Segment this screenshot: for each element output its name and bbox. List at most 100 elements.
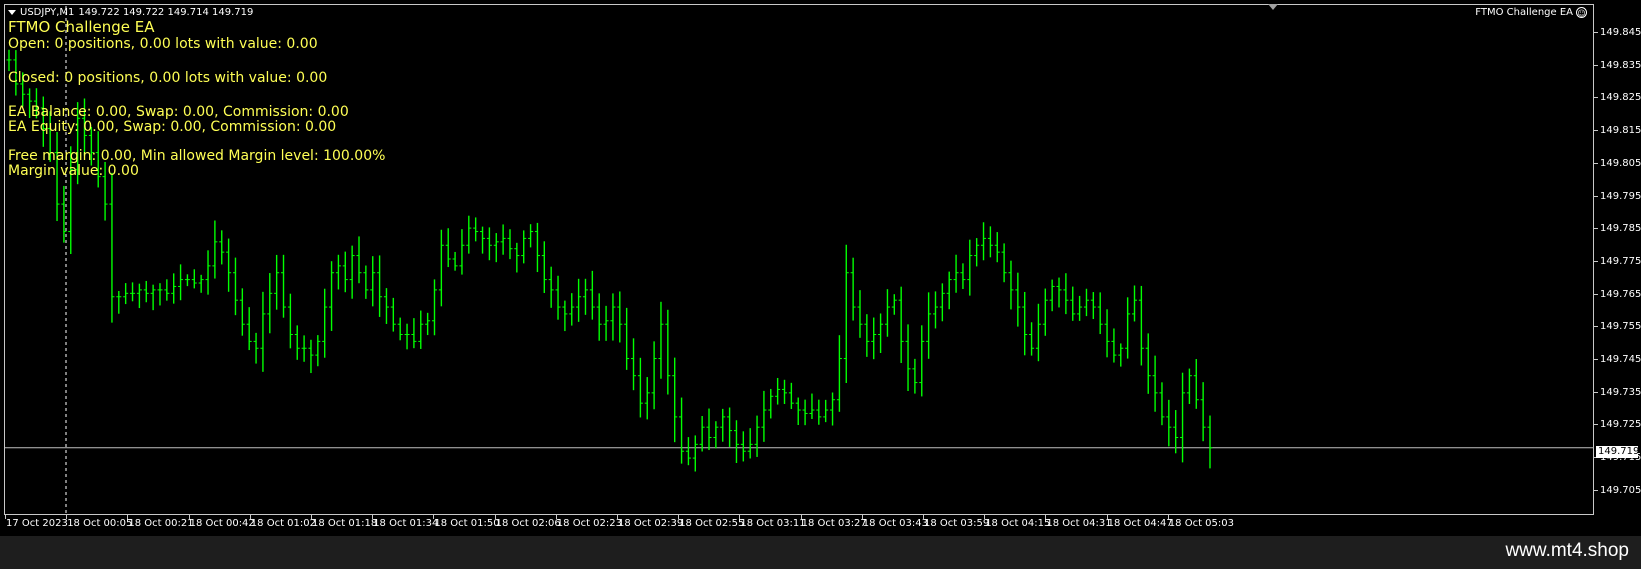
price-bar <box>294 325 300 360</box>
price-bar <box>219 230 225 265</box>
price-bar <box>939 283 945 322</box>
time-axis[interactable]: 17 Oct 2023 18 Oct 00:05 18 Oct 00:21 18 Oc… <box>4 515 1594 533</box>
price-bar <box>171 273 177 304</box>
price-bar <box>541 241 547 294</box>
price-label: 149.815 <box>1600 125 1641 137</box>
price-bar <box>747 428 753 459</box>
price-tick <box>1594 195 1598 197</box>
price-bar <box>864 314 870 357</box>
price-bar <box>891 294 897 315</box>
chart-shift-marker[interactable] <box>1268 4 1278 10</box>
price-bar <box>761 390 767 442</box>
price-label: 149.755 <box>1600 321 1641 333</box>
price-bar <box>411 318 417 349</box>
price-bar <box>699 416 705 452</box>
price-bar <box>143 280 149 303</box>
price-bar <box>1097 292 1103 335</box>
time-label: 18 Oct 01:50 <box>434 518 500 529</box>
price-label: 149.745 <box>1600 354 1641 365</box>
time-label: 18 Oct 03:27 <box>801 518 867 529</box>
price-bar <box>1090 292 1096 320</box>
price-bar <box>836 335 842 412</box>
price-bar <box>246 307 252 351</box>
mt4-window: USDJPY,M1 149.722 149.722 149.714 149.71… <box>0 0 1641 569</box>
expert-advisor-badge[interactable]: FTMO Challenge EA ☺ <box>1475 7 1587 18</box>
price-bar <box>322 288 328 358</box>
price-bar <box>576 278 582 322</box>
price-bar <box>239 288 245 336</box>
price-label: 149.835 <box>1600 59 1641 71</box>
smiley-icon[interactable]: ☺ <box>1576 7 1587 18</box>
price-bar <box>953 254 959 293</box>
price-bar <box>466 215 472 254</box>
price-bar <box>1125 297 1131 359</box>
price-bar <box>1063 273 1069 315</box>
price-bar <box>1152 355 1158 412</box>
price-label: 149.775 <box>1600 255 1641 267</box>
price-label: 149.705 <box>1600 484 1641 496</box>
price-bar <box>782 379 788 404</box>
price-axis[interactable]: 149.845 149.835 149.825 149.815 149.805 149.7… <box>1594 4 1641 515</box>
price-bar <box>198 274 204 293</box>
price-bar <box>130 282 136 302</box>
price-bar <box>1022 291 1028 356</box>
price-tick <box>1594 130 1598 132</box>
time-label: 18 Oct 02:55 <box>679 518 745 529</box>
price-bar <box>692 435 698 472</box>
price-bar <box>617 291 623 343</box>
price-bar <box>493 233 499 263</box>
price-bar <box>281 254 287 318</box>
price-bar <box>500 224 506 255</box>
price-bar <box>974 238 980 267</box>
price-bar <box>1118 343 1124 367</box>
price-bar <box>919 325 925 397</box>
price-bar <box>109 172 115 323</box>
price-bar <box>178 264 184 301</box>
price-bar <box>452 251 458 271</box>
price-bar <box>534 222 540 273</box>
price-bar <box>253 332 259 364</box>
price-bar <box>507 229 513 260</box>
price-bar <box>329 261 335 331</box>
price-bar <box>267 273 273 334</box>
time-label: 18 Oct 03:11 <box>740 518 806 529</box>
price-bar <box>898 286 904 363</box>
price-bar <box>123 283 129 305</box>
time-label: 18 Oct 04:31 <box>1046 518 1112 529</box>
price-label: 149.765 <box>1600 288 1641 300</box>
price-bar <box>431 279 437 336</box>
time-label: 18 Oct 01:02 <box>250 518 316 529</box>
price-bar <box>274 254 280 310</box>
price-bar <box>878 313 884 353</box>
price-bar <box>994 232 1000 263</box>
price-bar <box>960 263 966 290</box>
chart-window[interactable]: USDJPY,M1 149.722 149.722 149.714 149.71… <box>0 0 1641 536</box>
price-bar <box>1077 295 1083 321</box>
price-bar <box>315 335 321 367</box>
price-bar <box>1035 303 1041 362</box>
time-label: 18 Oct 05:03 <box>1168 518 1234 529</box>
watermark: www.mt4.shop <box>1505 540 1629 561</box>
price-bar <box>514 242 520 273</box>
price-bar <box>1145 333 1151 394</box>
price-bar <box>1173 410 1179 454</box>
price-bar <box>342 251 348 293</box>
balance-line: EA Balance: 0.00, Swap: 0.00, Commission… <box>8 104 349 120</box>
price-bar <box>596 293 602 341</box>
price-bar <box>438 229 444 307</box>
margin-value-line: Margin value: 0.00 <box>8 163 139 179</box>
price-bar <box>685 437 691 466</box>
price-bar <box>335 254 341 290</box>
price-bar <box>397 317 403 341</box>
price-bar <box>1083 288 1089 317</box>
price-bar <box>644 377 650 420</box>
closed-positions-line: Closed: 0 positions, 0.00 lots with valu… <box>8 70 328 86</box>
chevron-down-icon[interactable] <box>8 10 16 15</box>
price-bar <box>843 244 849 383</box>
price-bar <box>905 324 911 392</box>
time-label: 18 Oct 00:42 <box>189 518 255 529</box>
price-tick <box>1594 424 1598 426</box>
price-bar <box>871 317 877 360</box>
free-margin-line: Free margin: 0.00, Min allowed Margin le… <box>8 148 386 164</box>
price-tick <box>1594 489 1598 491</box>
